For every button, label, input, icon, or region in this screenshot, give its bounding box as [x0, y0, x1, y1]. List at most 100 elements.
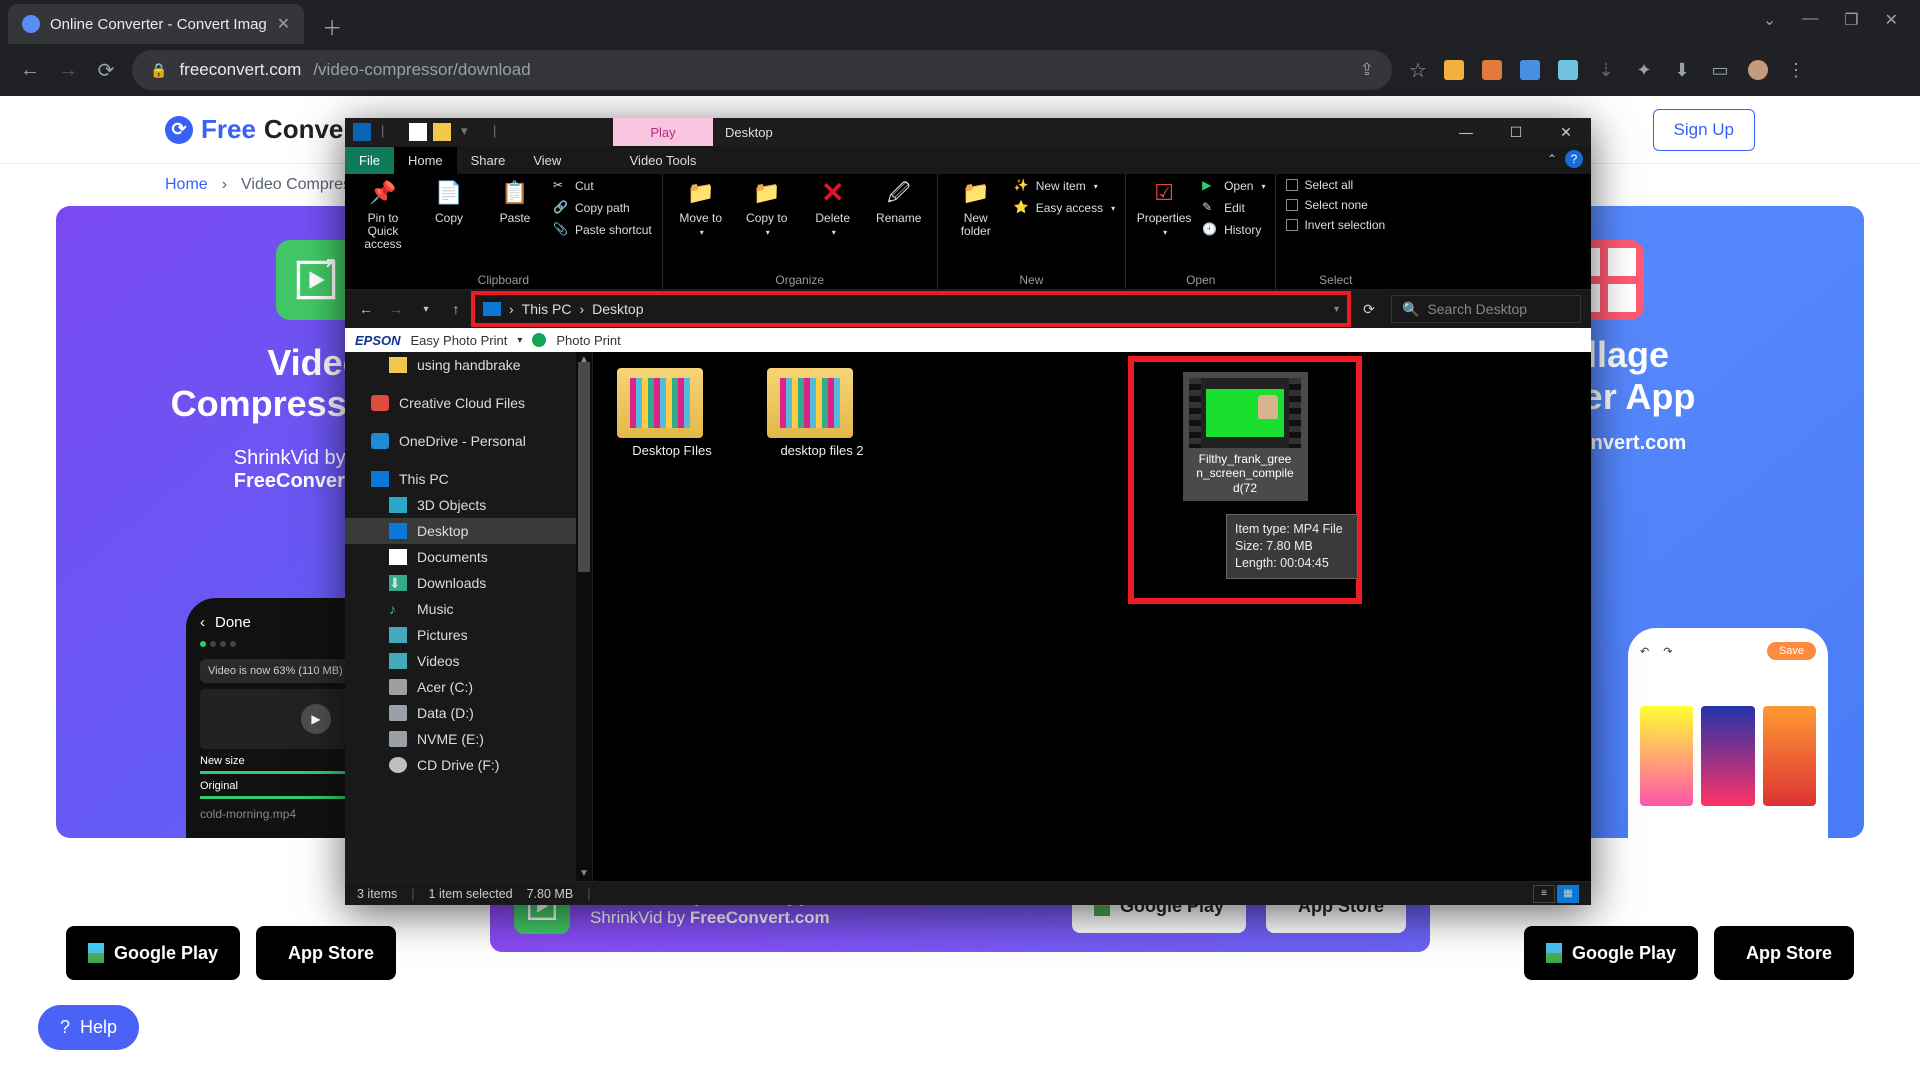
star-icon[interactable]: ☆: [1406, 58, 1430, 83]
scroll-down-icon[interactable]: ▼: [579, 868, 589, 879]
refresh-icon[interactable]: ⟳: [1355, 301, 1383, 318]
video-file-highlighted[interactable]: Filthy_frank_gree n_screen_compile d(72 …: [1134, 362, 1356, 598]
reader-icon[interactable]: ▭: [1710, 60, 1730, 80]
address-bar[interactable]: 🔒 freeconvert.com/video-compressor/downl…: [132, 50, 1392, 90]
qat-folder-icon[interactable]: [433, 123, 451, 141]
browser-tab[interactable]: Online Converter - Convert Imag ✕: [8, 4, 304, 44]
breadcrumb-home[interactable]: Home: [165, 176, 208, 194]
back-icon[interactable]: ←: [18, 59, 42, 82]
move-to-button[interactable]: 📁Move to▾: [673, 178, 729, 238]
crumb-desktop[interactable]: Desktop: [592, 301, 643, 317]
copy-to-button[interactable]: 📁Copy to▾: [739, 178, 795, 238]
reload-icon[interactable]: ⟳: [94, 58, 118, 83]
nav-item[interactable]: 3D Objects: [345, 492, 592, 518]
nav-recent-icon[interactable]: ▾: [415, 304, 437, 315]
selected-item[interactable]: Filthy_frank_gree n_screen_compile d(72: [1183, 372, 1308, 501]
explorer-titlebar[interactable]: | ▾ | Play Desktop — ☐ ✕: [345, 118, 1591, 146]
collapse-ribbon-icon[interactable]: ⌃: [1547, 152, 1557, 166]
pin-to-quick-access-button[interactable]: 📌Pin to Quick access: [355, 178, 411, 252]
thumbnails-view-button[interactable]: ▦: [1557, 885, 1579, 903]
explorer-icon[interactable]: [353, 123, 371, 141]
tab-share[interactable]: Share: [457, 147, 520, 174]
google-play-button[interactable]: Google Play: [1524, 926, 1698, 980]
extensions-icon[interactable]: ✦: [1634, 60, 1654, 80]
sign-up-button[interactable]: Sign Up: [1653, 109, 1755, 151]
chrome-dropdown-icon[interactable]: ⌄: [1763, 10, 1776, 30]
chrome-minimize-icon[interactable]: —: [1802, 10, 1818, 30]
chrome-menu-icon[interactable]: ⋮: [1786, 60, 1806, 80]
crumb-this-pc[interactable]: This PC: [522, 301, 572, 317]
help-icon[interactable]: ?: [1565, 150, 1583, 168]
nav-scrollbar[interactable]: ▲ ▼: [576, 352, 592, 881]
search-box[interactable]: 🔍 Search Desktop: [1391, 295, 1581, 323]
nav-item[interactable]: NVME (E:): [345, 726, 592, 752]
nav-item[interactable]: using handbrake: [345, 352, 592, 378]
help-button[interactable]: ?Help: [38, 1005, 139, 1050]
chrome-close-icon[interactable]: ✕: [1885, 10, 1898, 30]
nav-up-icon[interactable]: ↑: [445, 301, 467, 317]
nav-item[interactable]: ⬇Downloads: [345, 570, 592, 596]
nav-item[interactable]: OneDrive - Personal: [345, 428, 592, 454]
tab-file[interactable]: File: [345, 147, 394, 174]
epson-easy-print[interactable]: Easy Photo Print: [411, 333, 508, 348]
new-item-button[interactable]: ✨New item▾: [1014, 178, 1115, 194]
nav-item-desktop[interactable]: Desktop: [345, 518, 592, 544]
select-all-button[interactable]: Select all: [1286, 178, 1385, 192]
nav-item[interactable]: Data (D:): [345, 700, 592, 726]
google-play-button[interactable]: Google Play: [66, 926, 240, 980]
ext-icon[interactable]: [1444, 60, 1464, 80]
new-tab-button[interactable]: ＋: [314, 8, 350, 44]
nav-item[interactable]: ♪Music: [345, 596, 592, 622]
paste-button[interactable]: 📋Paste: [487, 178, 543, 225]
maximize-button[interactable]: ☐: [1491, 118, 1541, 146]
ext-icon[interactable]: [1520, 60, 1540, 80]
edit-button[interactable]: ✎Edit: [1202, 200, 1265, 216]
nav-item[interactable]: Documents: [345, 544, 592, 570]
history-button[interactable]: 🕘History: [1202, 222, 1265, 238]
invert-selection-button[interactable]: Invert selection: [1286, 218, 1385, 232]
app-store-button[interactable]: App Store: [256, 926, 396, 980]
ext-icon[interactable]: [1482, 60, 1502, 80]
minimize-button[interactable]: —: [1441, 118, 1491, 146]
scroll-thumb[interactable]: [578, 362, 590, 572]
app-store-button[interactable]: App Store: [1714, 926, 1854, 980]
context-tab-play[interactable]: Play: [613, 118, 713, 146]
nav-forward-icon[interactable]: →: [385, 301, 407, 317]
nav-item[interactable]: Videos: [345, 648, 592, 674]
nav-back-icon[interactable]: ←: [355, 301, 377, 317]
nav-item[interactable]: Acer (C:): [345, 674, 592, 700]
details-view-button[interactable]: ≡: [1533, 885, 1555, 903]
easy-access-button[interactable]: ⭐Easy access▾: [1014, 200, 1115, 216]
download-pin-icon[interactable]: ⇣: [1596, 60, 1616, 80]
delete-button[interactable]: ✕Delete▾: [805, 178, 861, 238]
content-pane[interactable]: Desktop FIles desktop files 2 Filthy_fra…: [593, 352, 1591, 881]
address-box[interactable]: › This PC › Desktop ▾: [475, 295, 1347, 323]
qat-icon[interactable]: [409, 123, 427, 141]
paste-shortcut-button[interactable]: 📎Paste shortcut: [553, 222, 652, 238]
tab-view[interactable]: View: [519, 147, 575, 174]
ext-icon[interactable]: [1558, 60, 1578, 80]
new-folder-button[interactable]: 📁New folder: [948, 178, 1004, 238]
rename-button[interactable]: 🖉Rename: [871, 178, 927, 225]
share-icon[interactable]: ⇪: [1360, 60, 1374, 80]
nav-item[interactable]: Creative Cloud Files: [345, 390, 592, 416]
chrome-maximize-icon[interactable]: ❐: [1844, 10, 1858, 30]
tab-video-tools[interactable]: Video Tools: [613, 147, 713, 174]
nav-item[interactable]: CD Drive (F:): [345, 752, 592, 778]
close-button[interactable]: ✕: [1541, 118, 1591, 146]
nav-item[interactable]: Pictures: [345, 622, 592, 648]
copy-button[interactable]: 📄Copy: [421, 178, 477, 225]
select-none-button[interactable]: Select none: [1286, 198, 1385, 212]
profile-avatar[interactable]: [1748, 60, 1768, 80]
tab-home[interactable]: Home: [394, 147, 457, 174]
tab-close-icon[interactable]: ✕: [277, 14, 290, 34]
open-button[interactable]: ▶Open▾: [1202, 178, 1265, 194]
downloads-icon[interactable]: ⬇: [1672, 60, 1692, 80]
epson-photo-print[interactable]: Photo Print: [556, 333, 620, 348]
folder-item[interactable]: desktop files 2: [767, 368, 877, 459]
properties-button[interactable]: ☑Properties▾: [1136, 178, 1192, 238]
crumb-dropdown-icon[interactable]: ▾: [1334, 304, 1339, 315]
copy-path-button[interactable]: 🔗Copy path: [553, 200, 652, 216]
folder-item[interactable]: Desktop FIles: [617, 368, 727, 459]
cut-button[interactable]: ✂Cut: [553, 178, 652, 194]
